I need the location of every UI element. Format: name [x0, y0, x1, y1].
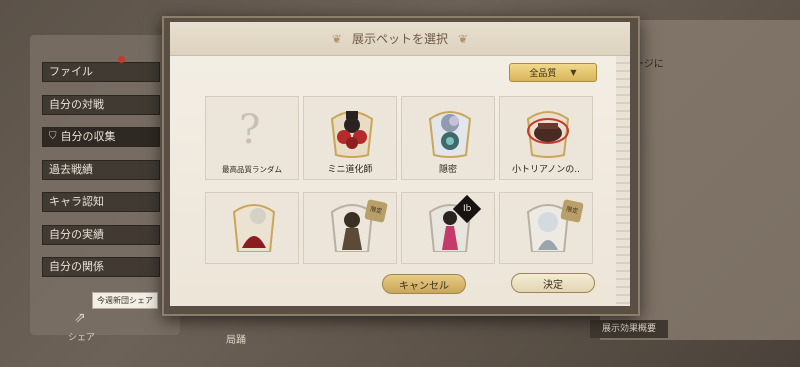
dancer-pet-icon: [232, 204, 276, 252]
side-menu-history[interactable]: 過去戦績: [42, 159, 160, 180]
pet-caption: 小トリアノンの..: [512, 165, 580, 175]
side-menu-relations[interactable]: 自分の関係: [42, 257, 160, 277]
pet-slot-5[interactable]: [205, 192, 299, 264]
pet-caption: ミニ道化師: [327, 165, 373, 175]
modal-title: 展示ペットを選択: [351, 32, 448, 46]
pet-slot-petit-trianon[interactable]: 小トリアノンの..: [499, 96, 593, 180]
side-menu-achievements[interactable]: 自分の実績: [42, 224, 160, 245]
side-menu-file[interactable]: ファイル: [42, 62, 160, 82]
quality-filter-dropdown[interactable]: 全品質 ▼: [509, 63, 597, 82]
side-menu-label: 自分の収集: [60, 130, 116, 143]
pet-caption: 隠密: [438, 165, 457, 175]
modal-page-edge: [616, 24, 630, 304]
side-menu-label: ファイル: [49, 65, 93, 78]
share-tooltip: 今週新団シェア: [92, 292, 158, 309]
share-icon[interactable]: ⇗: [74, 310, 86, 326]
limited-badge: 限定: [364, 199, 388, 223]
notification-dot: [118, 56, 125, 63]
pet-slot-7[interactable]: Ib: [401, 192, 495, 264]
cancel-button[interactable]: キャンセル: [382, 274, 466, 294]
side-menu-label: キャラ認知: [49, 195, 104, 208]
side-menu-label: 自分の対戦: [49, 97, 104, 111]
leaf-ornament-icon: ❦: [458, 31, 469, 46]
side-menu-matches[interactable]: 自分の対戦: [42, 94, 160, 115]
pet-slot-mini-clown[interactable]: ミニ道化師: [303, 96, 397, 180]
background-bottom-text: 局踊: [226, 335, 246, 346]
stealth-pet-icon: [428, 111, 472, 158]
display-effect-button[interactable]: 展示効果概要: [590, 320, 668, 338]
pet-slot-8[interactable]: 限定: [499, 192, 593, 264]
side-menu-character[interactable]: キャラ認知: [42, 192, 160, 212]
limited-badge: 限定: [560, 199, 584, 223]
pet-slot-random[interactable]: ? 最高品質ランダム: [205, 96, 299, 180]
modal-header: ❦ 展示ペットを選択 ❦: [170, 22, 630, 56]
ib-badge-text: Ib: [462, 204, 472, 214]
chevron-down-icon: ▼: [570, 68, 577, 77]
side-menu-label: 過去戦績: [49, 162, 93, 176]
side-menu-label: 自分の実績: [49, 227, 104, 241]
side-menu-label: 自分の関係: [49, 260, 104, 273]
pet-slot-6[interactable]: 限定: [303, 192, 397, 264]
confirm-button[interactable]: 決定: [511, 273, 595, 293]
quality-filter-value: 全品質: [529, 69, 557, 79]
leaf-ornament-icon: ❦: [331, 31, 342, 46]
pet-caption: 最高品質ランダム: [222, 165, 282, 174]
shield-icon: ⛉: [49, 131, 57, 142]
side-menu: ファイル 自分の対戦 ⛉ 自分の収集 過去戦績 キャラ認知 自分の実績 自分の関係: [42, 62, 160, 290]
share-label[interactable]: シェア: [68, 330, 95, 343]
pet-slot-stealth[interactable]: 隠密: [401, 96, 495, 180]
pet-grid: ? 最高品質ランダム ミニ道化師 隠密 小トリアノンの.. 限定 Ib 限定: [205, 96, 597, 264]
mini-clown-pet-icon: [330, 111, 374, 158]
question-mark-icon: ?: [239, 107, 261, 153]
petit-trianon-pet-icon: [526, 111, 570, 158]
side-menu-collection[interactable]: ⛉ 自分の収集: [42, 127, 160, 147]
